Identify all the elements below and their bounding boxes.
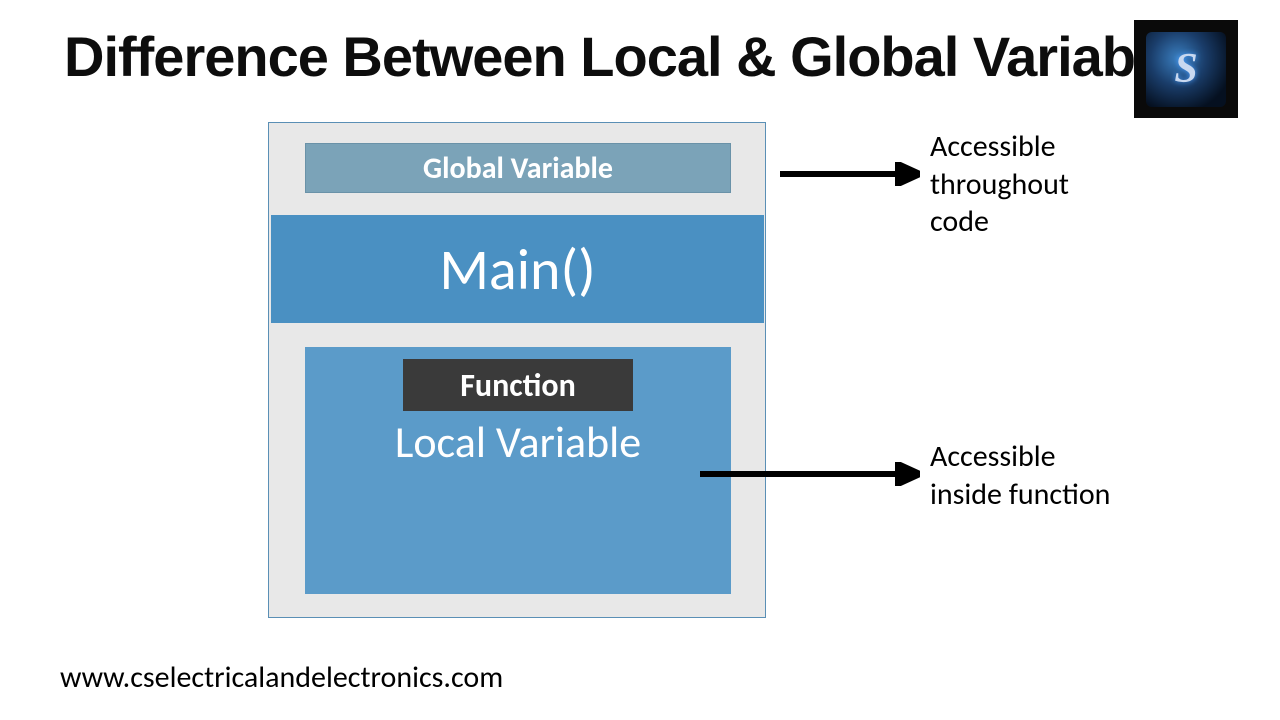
main-function-label: Main()	[439, 234, 595, 305]
function-label: Function	[460, 366, 576, 405]
global-annotation-line3: code	[930, 203, 1069, 241]
brand-logo-graphic: S	[1146, 32, 1226, 107]
global-variable-box: Global Variable	[305, 143, 731, 193]
global-annotation-line1: Accessible	[930, 128, 1069, 166]
global-annotation: Accessible throughout code	[930, 128, 1069, 241]
website-url: www.cselectricalandelectronics.com	[60, 659, 503, 696]
diagram-outer-box: Global Variable Main() Function Local Va…	[268, 122, 766, 618]
brand-logo: S	[1134, 20, 1238, 118]
local-annotation-line2: inside function	[930, 476, 1110, 514]
global-annotation-line2: throughout	[930, 166, 1069, 204]
local-annotation-line1: Accessible	[930, 438, 1110, 476]
function-label-box: Function	[403, 359, 633, 411]
local-variable-label: Local Variable	[395, 415, 641, 469]
page-title: Difference Between Local & Global Variab…	[64, 24, 1180, 89]
main-function-box: Main()	[271, 215, 764, 323]
local-annotation: Accessible inside function	[930, 438, 1110, 513]
function-box: Function Local Variable	[305, 347, 731, 594]
arrow-local	[700, 462, 920, 486]
brand-logo-letter: S	[1174, 45, 1197, 93]
arrow-global	[780, 162, 920, 186]
global-variable-label: Global Variable	[423, 150, 613, 187]
